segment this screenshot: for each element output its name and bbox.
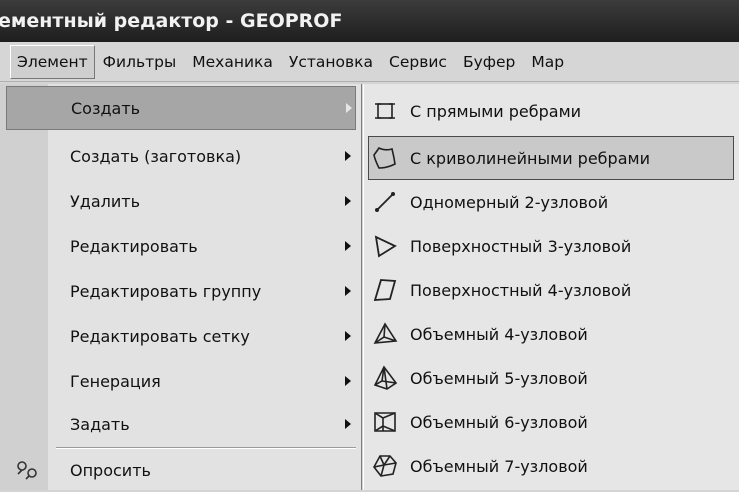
menu-item-delete[interactable]: Удалить	[0, 179, 360, 223]
submenu-arrow-icon	[345, 286, 351, 296]
submenu-item-label: С криволинейными ребрами	[410, 148, 650, 168]
menu-item-label: Создать	[71, 98, 141, 118]
menu-mechanics[interactable]: Механика	[184, 46, 281, 78]
submenu-item-label: С прямыми ребрами	[410, 101, 582, 121]
menu-item-edit-group[interactable]: Редактировать группу	[0, 269, 360, 313]
submenu-arrow-icon	[345, 241, 351, 251]
submenu-item-label: Объемный 4-узловой	[410, 324, 588, 344]
window-title: ементный редактор - GEOPROF	[0, 10, 343, 32]
menu-item-query[interactable]: Опросить	[0, 448, 360, 492]
submenu-item-surface-3node[interactable]: Поверхностный 3-узловой	[364, 224, 739, 268]
menu-map[interactable]: Мар	[523, 46, 572, 78]
submenu-item-label: Поверхностный 4-узловой	[410, 280, 632, 300]
submenu-item-label: Поверхностный 3-узловой	[410, 236, 632, 256]
create-submenu: С прямыми ребрами С криволинейными ребра…	[363, 84, 739, 490]
element-dropdown-menu: Создать Создать (заготовка) Удалить Реда…	[0, 84, 362, 490]
query-icon	[14, 457, 40, 483]
menu-setup[interactable]: Установка	[281, 46, 381, 78]
menu-item-label: Задать	[70, 414, 130, 434]
window-title-bar: ементный редактор - GEOPROF	[0, 0, 739, 42]
submenu-item-curved-edges[interactable]: С криволинейными ребрами	[368, 136, 734, 180]
menu-bar: Элемент Фильтры Механика Установка Серви…	[0, 42, 739, 82]
submenu-item-surface-4node[interactable]: Поверхностный 4-узловой	[364, 268, 739, 312]
triangle-element-icon	[372, 233, 398, 259]
menu-item-label: Удалить	[70, 191, 140, 211]
menu-item-set[interactable]: Задать	[0, 402, 360, 446]
menu-item-label: Опросить	[70, 460, 151, 480]
submenu-item-1d-2node[interactable]: Одномерный 2-узловой	[364, 180, 739, 224]
submenu-arrow-icon	[345, 331, 351, 341]
menu-item-create-template[interactable]: Создать (заготовка)	[0, 134, 360, 178]
submenu-arrow-icon	[345, 151, 351, 161]
submenu-item-solid-4node[interactable]: Объемный 4-узловой	[364, 312, 739, 356]
line-element-icon	[372, 189, 398, 215]
submenu-arrow-icon	[345, 196, 351, 206]
menu-item-generation[interactable]: Генерация	[0, 359, 360, 403]
menu-item-label: Создать (заготовка)	[70, 146, 242, 166]
submenu-arrow-icon	[345, 376, 351, 386]
menu-buffer[interactable]: Буфер	[455, 46, 523, 78]
submenu-item-label: Объемный 7-узловой	[410, 456, 588, 476]
menu-item-edit-mesh[interactable]: Редактировать сетку	[0, 314, 360, 358]
curved-edge-element-icon	[372, 145, 398, 171]
submenu-arrow-icon	[345, 419, 351, 429]
menu-filters[interactable]: Фильтры	[95, 46, 185, 78]
menu-item-create[interactable]: Создать	[6, 86, 356, 130]
submenu-item-straight-edges[interactable]: С прямыми ребрами	[364, 89, 739, 133]
submenu-item-label: Одномерный 2-узловой	[410, 192, 609, 212]
wedge-element-icon	[372, 409, 398, 435]
pyramid-element-icon	[372, 365, 398, 391]
menu-service[interactable]: Сервис	[381, 46, 455, 78]
menu-item-label: Редактировать сетку	[70, 326, 250, 346]
tetra-element-icon	[372, 321, 398, 347]
submenu-item-solid-7node[interactable]: Объемный 7-узловой	[364, 444, 739, 488]
solid7-element-icon	[372, 453, 398, 479]
menu-item-label: Редактировать	[70, 236, 198, 256]
submenu-item-solid-6node[interactable]: Объемный 6-узловой	[364, 400, 739, 444]
submenu-item-label: Объемный 5-узловой	[410, 368, 588, 388]
menu-item-edit[interactable]: Редактировать	[0, 224, 360, 268]
submenu-arrow-icon	[346, 103, 352, 113]
menu-item-label: Редактировать группу	[70, 281, 262, 301]
quad-element-icon	[372, 277, 398, 303]
submenu-item-label: Объемный 6-узловой	[410, 412, 588, 432]
menu-item-label: Генерация	[70, 371, 161, 391]
straight-edge-element-icon	[372, 98, 398, 124]
menu-element[interactable]: Элемент	[10, 44, 95, 79]
submenu-item-solid-5node[interactable]: Объемный 5-узловой	[364, 356, 739, 400]
